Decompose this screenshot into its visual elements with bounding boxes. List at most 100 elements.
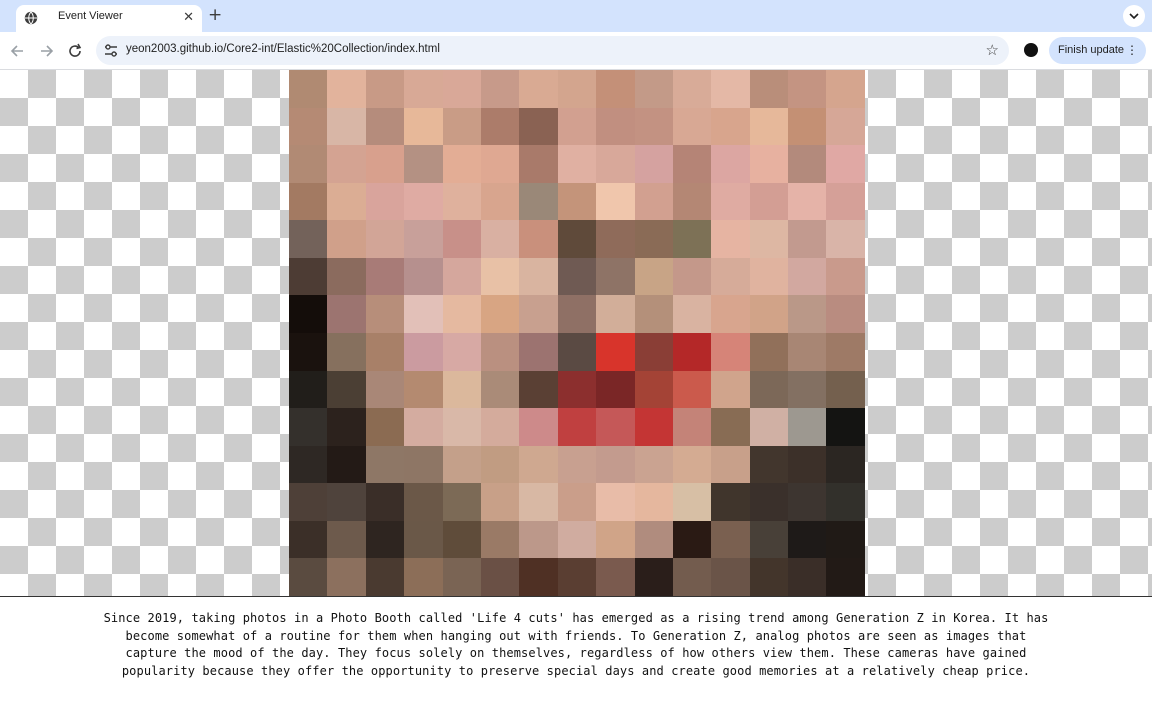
photo-tile (634, 295, 673, 333)
photo-tile (596, 370, 635, 409)
photo-tile (596, 332, 635, 371)
photo-tile (442, 182, 481, 221)
reload-icon[interactable] (65, 41, 85, 61)
photo-tile (289, 182, 328, 221)
forward-arrow-icon[interactable] (36, 41, 56, 61)
photo-tile (365, 408, 405, 446)
photo-tile (672, 145, 712, 183)
close-tab-icon[interactable]: ✕ (183, 10, 194, 26)
photo-tile (672, 370, 712, 409)
transparency-checkerboard (0, 70, 1152, 597)
photo-tile (289, 295, 328, 333)
photo-tile (749, 182, 789, 221)
photo-tile (480, 445, 520, 484)
photo-tile (519, 558, 558, 596)
photo-tile (596, 145, 635, 183)
photo-tile (557, 70, 597, 108)
photo-tile (711, 332, 750, 371)
photo-tile (480, 332, 520, 371)
tab-strip: Event Viewer ✕ + (0, 0, 1152, 32)
photo-tile (634, 483, 673, 521)
photo-tile (519, 257, 558, 296)
photo-tile (442, 220, 481, 258)
photo-tile (442, 408, 481, 446)
photo-tile (596, 107, 635, 146)
photo-tile (480, 558, 520, 596)
photo-tile (826, 70, 865, 108)
photo-tile (672, 220, 712, 258)
photo-tile (557, 558, 597, 596)
photo-tile (788, 332, 827, 371)
photo-tile (404, 332, 443, 371)
more-menu-icon[interactable]: ⋮ (1126, 44, 1138, 56)
globe-icon (24, 11, 38, 25)
tab-title: Event Viewer (58, 10, 123, 22)
photo-tile (442, 483, 481, 521)
photo-tile (788, 483, 827, 521)
finish-update-button[interactable]: Finish update ⋮ (1049, 37, 1146, 64)
photo-tile (788, 558, 827, 596)
profile-avatar[interactable] (1024, 43, 1038, 57)
photo-tile (327, 145, 366, 183)
photo-tile (672, 408, 712, 446)
photo-tile (480, 295, 520, 333)
photo-tile (365, 257, 405, 296)
back-arrow-icon[interactable] (8, 41, 28, 61)
photo-tile (442, 445, 481, 484)
photo-tile (557, 182, 597, 221)
photo-tile (749, 220, 789, 258)
photo-tile (711, 220, 750, 258)
photo-tile (672, 257, 712, 296)
photo-tile (596, 558, 635, 596)
photo-tile (519, 370, 558, 409)
photo-tile (480, 182, 520, 221)
caption-text: Since 2019, taking photos in a Photo Boo… (0, 610, 1152, 680)
photo-tile (327, 520, 366, 559)
photo-tile (711, 107, 750, 146)
photo-tile (404, 182, 443, 221)
photo-tile (289, 408, 328, 446)
photo-tile (826, 257, 865, 296)
photo-tile (672, 332, 712, 371)
photo-tile (749, 408, 789, 446)
photo-tile (557, 107, 597, 146)
caption-line: Since 2019, taking photos in a Photo Boo… (103, 611, 1049, 625)
site-settings-icon[interactable] (104, 44, 118, 57)
photo-tile (557, 483, 597, 521)
photo-tile (327, 220, 366, 258)
photo-tile (711, 145, 750, 183)
photo-tile (404, 295, 443, 333)
photo-tile (711, 370, 750, 409)
photo-tile (672, 70, 712, 108)
photo-tile (327, 257, 366, 296)
photo-tile (442, 370, 481, 409)
photo-tile (788, 408, 827, 446)
photo-tile (826, 145, 865, 183)
photo-tile (404, 408, 443, 446)
photo-tile (672, 558, 712, 596)
photo-tile (711, 483, 750, 521)
photo-tile (442, 70, 481, 108)
photo-tile (327, 558, 366, 596)
address-bar[interactable]: yeon2003.github.io/Core2-int/Elastic%20C… (96, 36, 1009, 65)
photo-tile (480, 220, 520, 258)
bookmark-star-icon[interactable]: ☆ (986, 42, 999, 58)
photo-tile (749, 257, 789, 296)
tab-search-button[interactable] (1123, 5, 1145, 27)
photo-tile (289, 520, 328, 559)
photo-tile (826, 483, 865, 521)
browser-tab[interactable]: Event Viewer ✕ (16, 5, 202, 32)
photo-tile (480, 70, 520, 108)
photo-tile (596, 182, 635, 221)
photo-tile (289, 445, 328, 484)
url-text[interactable]: yeon2003.github.io/Core2-int/Elastic%20C… (126, 43, 440, 55)
photo-tile (826, 332, 865, 371)
photo-tile (788, 370, 827, 409)
new-tab-icon[interactable]: + (208, 6, 222, 24)
photo-tile (634, 370, 673, 409)
photo-tile (327, 182, 366, 221)
photo-tile (289, 257, 328, 296)
photo-tile (596, 220, 635, 258)
photo-tile (480, 145, 520, 183)
photo-tile (672, 520, 712, 559)
